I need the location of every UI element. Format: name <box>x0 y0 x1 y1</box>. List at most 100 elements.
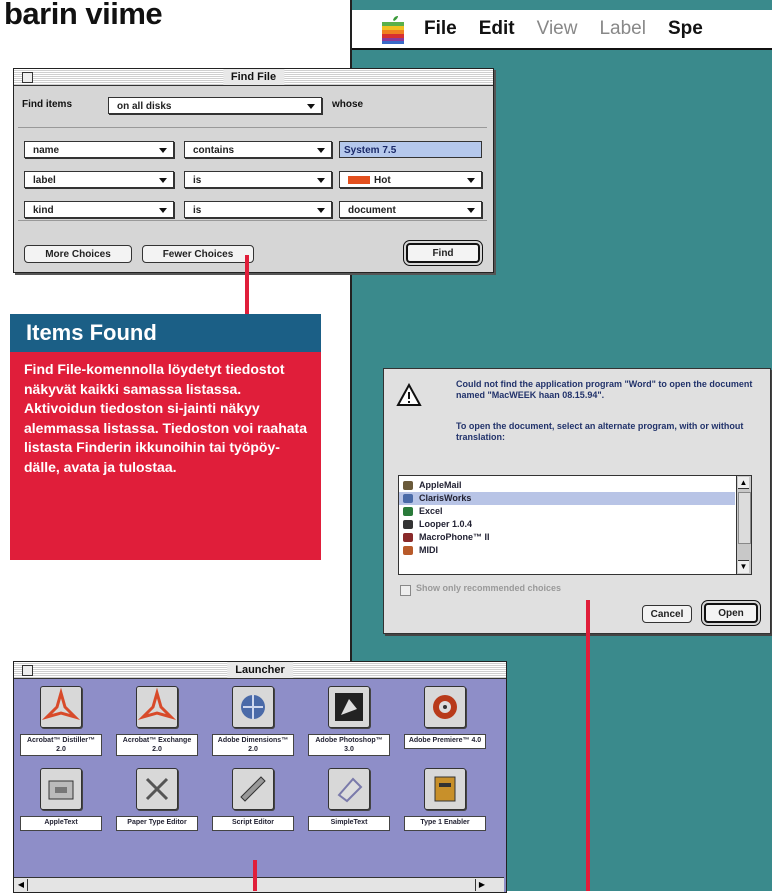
label-value-popup[interactable]: Hot <box>339 171 482 188</box>
criteria-operator-popup[interactable]: is <box>184 201 332 218</box>
criteria-operator-popup[interactable]: is <box>184 171 332 188</box>
script-icon <box>232 768 274 810</box>
location-popup[interactable]: on all disks <box>108 97 322 114</box>
launcher-app[interactable]: Adobe Dimensions™ 2.0 <box>212 686 294 756</box>
app-caption: AppleText <box>20 816 102 831</box>
app-caption: Adobe Premiere™ 4.0 <box>404 734 486 749</box>
app-icon <box>403 494 413 503</box>
menu-edit[interactable]: Edit <box>479 18 515 40</box>
criteria-attribute-value: name <box>33 145 60 156</box>
criteria-operator-value: is <box>193 205 202 216</box>
article-heading: barin viime <box>4 0 163 31</box>
window-title: Find File <box>222 69 285 85</box>
find-button[interactable]: Find <box>406 243 480 263</box>
list-scrollbar[interactable]: ▲ ▼ <box>736 476 751 574</box>
app-icon <box>403 533 413 542</box>
tools-icon <box>136 768 178 810</box>
find-file-window: Find File Find items on all disks whose … <box>13 68 494 273</box>
scroll-up-arrow-icon[interactable]: ▲ <box>738 477 749 489</box>
list-item[interactable]: AppleMail <box>399 479 735 492</box>
search-text-field[interactable]: System 7.5 <box>339 141 482 158</box>
list-item[interactable]: Looper 1.0.4 <box>399 518 735 531</box>
criteria-attribute-value: kind <box>33 205 54 216</box>
popup-arrow-icon <box>317 178 325 183</box>
list-item[interactable]: Excel <box>399 505 735 518</box>
whose-label: whose <box>332 99 364 110</box>
scroll-left-arrow-icon[interactable]: ◀ <box>15 879 28 891</box>
app-caption: Acrobat™ Exchange 2.0 <box>116 734 198 756</box>
popup-arrow-icon <box>159 148 167 153</box>
close-box-icon[interactable] <box>22 665 33 676</box>
menu-special[interactable]: Spe <box>668 18 703 40</box>
launcher-app[interactable]: SimpleText <box>308 768 390 831</box>
warning-icon <box>396 383 422 406</box>
criteria-operator-value: contains <box>193 145 235 156</box>
launcher-app[interactable]: Paper Type Editor <box>116 768 198 831</box>
criteria-attribute-value: label <box>33 175 56 186</box>
app-icon <box>403 546 413 555</box>
launcher-app[interactable]: Acrobat™ Distiller™ 2.0 <box>20 686 102 756</box>
menu-bar: File Edit View Label Spe <box>352 10 772 50</box>
popup-arrow-icon <box>159 178 167 183</box>
menu-label[interactable]: Label <box>599 18 646 40</box>
launcher-titlebar[interactable]: Launcher <box>14 662 506 679</box>
simpletext-icon <box>328 768 370 810</box>
more-choices-button[interactable]: More Choices <box>24 245 132 263</box>
enabler-icon <box>424 768 466 810</box>
acrobat-icon <box>40 686 82 728</box>
kind-value-popup[interactable]: document <box>339 201 482 218</box>
criteria-attribute-popup[interactable]: label <box>24 171 174 188</box>
app-caption: Script Editor <box>212 816 294 831</box>
criteria-attribute-popup[interactable]: name <box>24 141 174 158</box>
callout-connector <box>245 255 249 314</box>
app-icon <box>403 507 413 516</box>
program-list[interactable]: AppleMail ClarisWorks Excel Looper 1.0.4… <box>398 475 752 575</box>
items-found-text: Find File-komennolla löydetyt tiedostot … <box>10 352 321 560</box>
app-icon <box>403 520 413 529</box>
launcher-app[interactable]: Type 1 Enabler <box>404 768 486 831</box>
popup-arrow-icon <box>317 208 325 213</box>
cancel-button[interactable]: Cancel <box>642 605 692 623</box>
launcher-app[interactable]: Adobe Photoshop™ 3.0 <box>308 686 390 756</box>
criteria-operator-value: is <box>193 175 202 186</box>
app-caption: SimpleText <box>308 816 390 831</box>
kind-value: document <box>348 205 396 216</box>
menu-file[interactable]: File <box>424 18 457 40</box>
launcher-window: Launcher Acrobat™ Distiller™ 2.0 Acrobat… <box>13 661 507 893</box>
app-caption: Adobe Photoshop™ 3.0 <box>308 734 390 756</box>
popup-arrow-icon <box>467 178 475 183</box>
checkbox[interactable] <box>400 585 411 596</box>
launcher-app[interactable]: AppleText <box>20 768 102 831</box>
list-item-label: MIDI <box>419 545 438 555</box>
popup-arrow-icon <box>317 148 325 153</box>
menu-view[interactable]: View <box>537 18 578 40</box>
acrobat-icon <box>136 686 178 728</box>
list-item[interactable]: MacroPhone™ II <box>399 531 735 544</box>
find-items-label: Find items <box>22 99 73 110</box>
list-item-selected[interactable]: ClarisWorks <box>399 492 735 505</box>
dimensions-icon <box>232 686 274 728</box>
scroll-down-arrow-icon[interactable]: ▼ <box>738 560 749 573</box>
criteria-attribute-popup[interactable]: kind <box>24 201 174 218</box>
app-caption: Type 1 Enabler <box>404 816 486 831</box>
list-item-label: Looper 1.0.4 <box>419 519 473 529</box>
open-button[interactable]: Open <box>704 603 758 623</box>
launcher-app[interactable]: Adobe Premiere™ 4.0 <box>404 686 486 749</box>
app-caption: Acrobat™ Distiller™ 2.0 <box>20 734 102 756</box>
text-icon <box>40 768 82 810</box>
premiere-icon <box>424 686 466 728</box>
scroll-thumb[interactable] <box>738 492 751 544</box>
dialog-message: Could not find the application program "… <box>456 379 753 400</box>
close-box-icon[interactable] <box>22 72 33 83</box>
launcher-app[interactable]: Acrobat™ Exchange 2.0 <box>116 686 198 756</box>
label-value: Hot <box>374 175 391 186</box>
apple-logo-icon[interactable] <box>376 12 410 46</box>
list-item[interactable]: MIDI <box>399 544 735 557</box>
find-file-titlebar[interactable]: Find File <box>14 69 493 86</box>
app-icon <box>403 481 413 490</box>
launcher-app[interactable]: Script Editor <box>212 768 294 831</box>
scroll-right-arrow-icon[interactable]: ▶ <box>475 879 488 891</box>
horizontal-scrollbar[interactable]: ◀ ▶ <box>14 877 504 892</box>
criteria-operator-popup[interactable]: contains <box>184 141 332 158</box>
fewer-choices-button[interactable]: Fewer Choices <box>142 245 254 263</box>
